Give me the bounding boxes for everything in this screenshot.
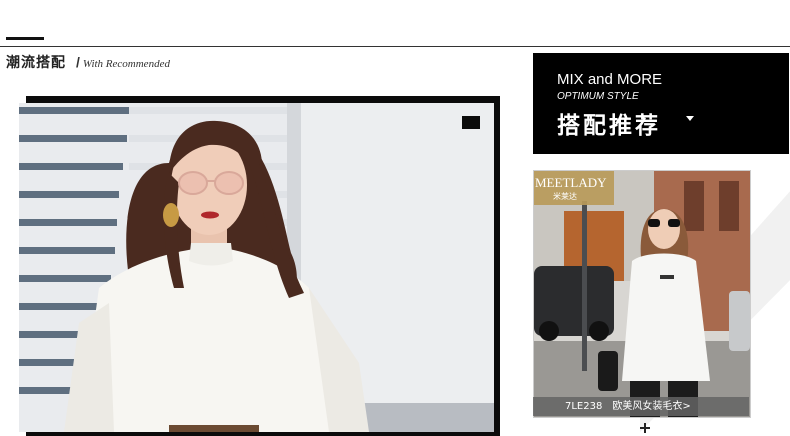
- header-dash: [6, 37, 44, 40]
- banner-subtitle: OPTIMUM STYLE: [557, 91, 639, 102]
- header-divider: [0, 46, 790, 47]
- brand-logo-en: MEETLADY: [535, 175, 607, 190]
- section-title: 潮流搭配: [6, 54, 66, 70]
- main-model-photo[interactable]: [19, 103, 494, 432]
- section-subtitle-text: With Recommended: [82, 58, 170, 70]
- corner-mark: [462, 116, 480, 129]
- product-card[interactable]: [533, 170, 751, 418]
- brand-logo-cn: 米莱达: [553, 192, 577, 201]
- product-caption[interactable]: 7LE238 欧美风女装毛衣>: [533, 397, 749, 416]
- model-illustration: [19, 103, 494, 432]
- product-photo: [534, 171, 750, 417]
- caret-down-icon: [686, 116, 694, 121]
- product-code: 7LE238: [565, 401, 603, 412]
- banner-title: MIX and MORE: [557, 71, 663, 88]
- slash-separator: /: [76, 54, 80, 70]
- chevron-right-icon: >: [682, 401, 691, 412]
- product-name: 欧美风女装毛衣: [612, 401, 683, 412]
- section-subtitle: / With Recommended: [76, 54, 170, 70]
- banner-recommend-label: 搭配推荐: [557, 112, 661, 138]
